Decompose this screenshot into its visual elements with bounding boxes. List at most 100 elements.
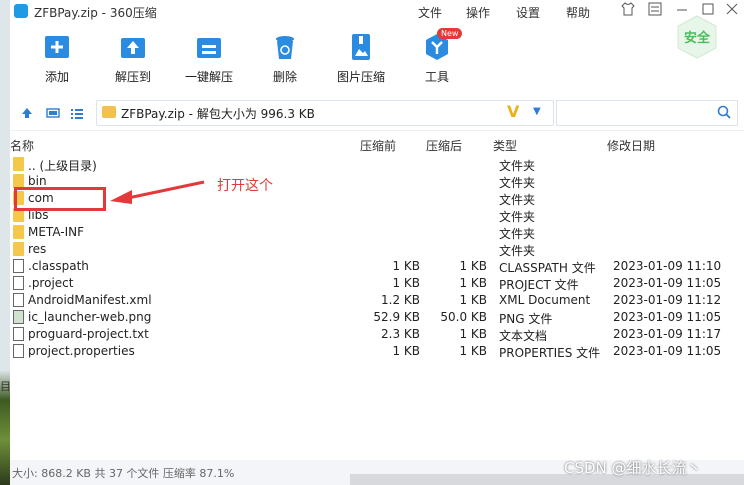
file-type: 文件夹 [499,227,536,241]
folder-icon [13,225,24,239]
app-logo-icon [14,4,28,18]
folder-icon [102,106,116,118]
safe-label: 安全 [684,30,711,46]
menu-list-icon[interactable] [646,2,664,20]
modified-date: 2023-01-09 11:17 [613,327,722,341]
size-after: 1 KB [459,327,487,341]
annotation-text: 打开这个 [217,178,273,194]
one-click-extract-icon [197,38,221,58]
menu-help[interactable]: 帮助 [566,4,590,21]
watermark: CSDN @细水长流丶 [564,459,702,477]
chevron-down-icon[interactable]: ▼ [533,106,541,117]
file-type: 文件夹 [499,193,536,207]
file-type: PROJECT 文件 [499,278,579,292]
file-name: proguard-project.txt [28,327,149,341]
folder-icon [13,157,24,171]
up-arrow-icon[interactable] [20,106,34,120]
file-type: XML Document [499,293,591,307]
search-input[interactable] [556,100,738,126]
file-row[interactable]: .classpath 1 KB 1 KB CLASSPATH 文件 2023-01-09… [10,258,744,275]
size-after: 1 KB [459,276,487,290]
menu-settings[interactable]: 设置 [516,4,540,21]
thumbnail-view-icon[interactable] [46,106,60,120]
file-icon [13,259,24,273]
image-compress-button[interactable]: 图片压缩 [326,32,396,85]
close-icon[interactable] [723,2,741,20]
menu-operation[interactable]: 操作 [466,4,490,21]
folder-icon [13,242,24,256]
size-before: 1 KB [392,259,420,273]
file-row[interactable]: proguard-project.txt 2.3 KB 1 KB 文本文档 2023-0… [10,326,744,343]
file-icon [13,344,24,358]
file-row[interactable]: .. (上级目录) 文件夹 [10,156,744,173]
size-before: 1 KB [392,344,420,358]
modified-date: 2023-01-09 11:05 [613,276,722,290]
size-before: 2.3 KB [381,327,420,341]
folder-icon [13,174,24,188]
file-type: PROPERTIES 文件 [499,346,601,360]
one-click-extract-button[interactable]: 一键解压 [174,32,244,85]
file-type: 文件夹 [499,159,536,173]
file-row[interactable]: res 文件夹 [10,241,744,258]
size-before: 1.2 KB [381,293,420,307]
image-file-icon [13,310,24,324]
file-icon [13,293,24,307]
delete-icon [276,36,294,59]
file-name: bin [28,174,47,188]
extract-to-icon [121,38,145,58]
column-name[interactable]: 名称 [10,137,34,154]
file-row[interactable]: libs 文件夹 [10,207,744,224]
column-before[interactable]: 压缩前 [360,137,396,154]
add-button[interactable]: 添加 [22,32,92,85]
tools-button[interactable]: 工具 [402,32,472,85]
list-view-icon[interactable] [70,106,84,120]
size-after: 1 KB [459,259,487,273]
tools-label: 工具 [424,70,449,84]
file-type: 文件夹 [499,244,536,258]
file-icon [13,276,24,290]
file-icon [13,327,24,341]
toolbar: 添加 解压到 一键解压 删除 图片压缩 工具 New [10,24,744,94]
file-name: AndroidManifest.xml [28,293,152,307]
file-type: PNG 文件 [499,312,553,326]
size-before: 1 KB [392,276,420,290]
modified-date: 2023-01-09 11:10 [613,259,722,273]
column-after[interactable]: 压缩后 [426,137,462,154]
file-name: .project [28,276,74,290]
file-row[interactable]: META-INF 文件夹 [10,224,744,241]
delete-label: 删除 [272,70,297,84]
delete-button[interactable]: 删除 [250,32,320,85]
add-icon [45,36,69,58]
file-row[interactable]: AndroidManifest.xml 1.2 KB 1 KB XML Documen… [10,292,744,309]
extract-to-button[interactable]: 解压到 [98,32,168,85]
search-icon[interactable] [717,105,731,119]
file-row[interactable]: ic_launcher-web.png 52.9 KB 50.0 KB PNG 文件 2… [10,309,744,326]
file-type: 文件夹 [499,176,536,190]
size-after: 50.0 KB [440,310,487,324]
annotation-arrow [110,180,205,204]
file-row[interactable]: project.properties 1 KB 1 KB PROPERTIES 文件 2… [10,343,744,360]
path-field[interactable]: ZFBPay.zip - 解包大小为 996.3 KB V ▼ [96,100,554,126]
modified-date: 2023-01-09 11:05 [613,310,722,324]
file-name: res [28,242,47,256]
size-after: 1 KB [459,344,487,358]
safe-shield-icon[interactable]: 安全 [674,14,720,60]
file-name: project.properties [28,344,135,358]
skin-icon[interactable] [619,2,637,20]
modified-date: 2023-01-09 11:12 [613,293,722,307]
new-badge: New [437,28,463,39]
image-compress-label: 图片压缩 [336,70,385,84]
file-name: .classpath [28,259,89,273]
path-text: ZFBPay.zip - 解包大小为 996.3 KB [121,107,315,121]
file-name: META-INF [28,225,85,239]
menu-file[interactable]: 文件 [418,4,442,21]
file-name: .. (上级目录) [28,159,97,173]
file-row[interactable]: .project 1 KB 1 KB PROJECT 文件 2023-01-09 11:… [10,275,744,292]
column-modified[interactable]: 修改日期 [607,137,655,154]
size-before: 52.9 KB [373,310,420,324]
image-compress-icon [352,34,370,60]
desktop-background: 目 [0,0,11,485]
highlight-box [14,187,106,211]
v-mark-icon[interactable]: V [507,102,519,121]
column-type[interactable]: 类型 [493,137,517,154]
